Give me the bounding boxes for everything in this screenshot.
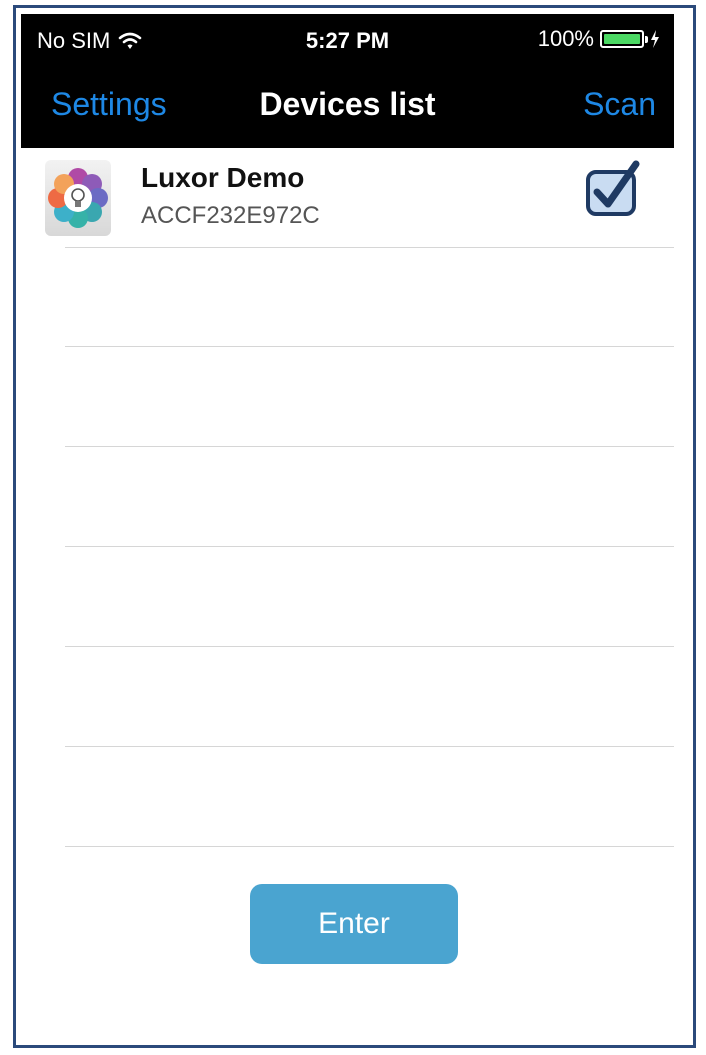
battery-percent: 100% [537,26,594,51]
empty-list-row [65,747,674,847]
empty-list-row [65,447,674,547]
row-divider [65,247,674,248]
enter-button[interactable]: Enter [250,884,458,964]
device-row[interactable]: Luxor Demo ACCF232E972C [21,148,674,248]
status-bar: No SIM 5:27 PM 100% [21,14,674,66]
bulb-flower-icon [45,160,111,236]
device-id: ACCF232E972C [141,202,320,229]
navigation-bar: No SIM 5:27 PM 100% Settings Devices lis… [21,14,674,148]
empty-list-row [65,647,674,747]
page-title: Devices list [259,86,436,122]
charging-bolt-icon [651,30,659,48]
scan-button[interactable]: Scan [583,86,656,123]
battery-group: 100% [538,26,660,52]
battery-fill [604,34,640,44]
empty-list-row [65,247,674,347]
empty-list-row [65,347,674,447]
empty-list-row [65,547,674,647]
checkbox-checked-icon[interactable] [584,160,642,218]
nav-row: Settings Devices list Scan [21,66,674,148]
battery-icon [600,30,648,48]
device-name: Luxor Demo [141,162,305,193]
devices-list: Luxor Demo ACCF232E972C [21,148,674,847]
battery-tip [645,36,648,43]
